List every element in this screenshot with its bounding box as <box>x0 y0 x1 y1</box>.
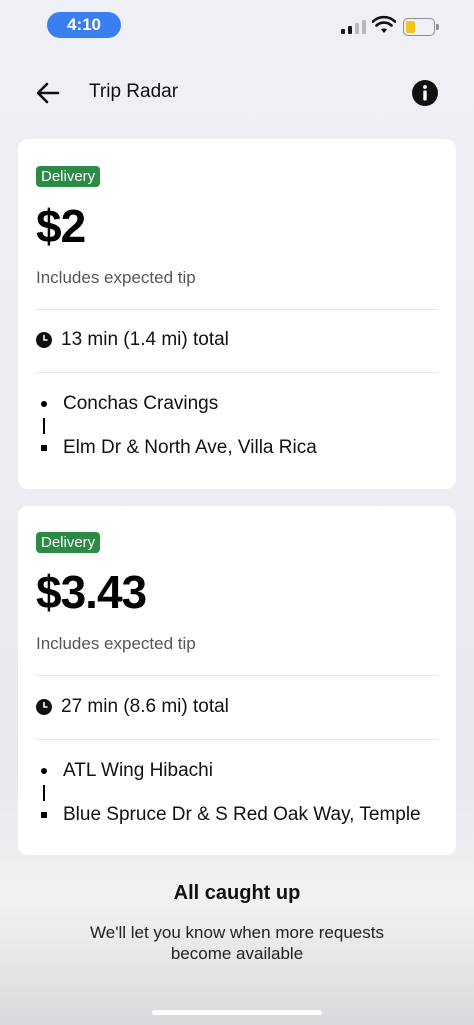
cellular-signal-icon <box>341 18 367 34</box>
status-time[interactable]: 4:10 <box>47 12 121 38</box>
trip-duration: 13 min (1.4 mi) total <box>36 329 229 351</box>
battery-icon <box>403 18 439 36</box>
trip-price: $3.43 <box>36 566 147 618</box>
trip-price: $2 <box>36 200 86 252</box>
pickup-stop: ATL Wing Hibachi <box>36 760 213 782</box>
clock-icon <box>36 332 52 348</box>
divider <box>36 675 438 676</box>
status-bar: 4:10 <box>0 0 474 50</box>
clock-icon <box>36 699 52 715</box>
dropoff-stop: Elm Dr & North Ave, Villa Rica <box>36 437 317 459</box>
pickup-name: ATL Wing Hibachi <box>63 760 213 781</box>
delivery-badge: Delivery <box>36 532 101 553</box>
trip-card[interactable]: Delivery $3.43 Includes expected tip 27 … <box>18 506 456 855</box>
page-title: Trip Radar <box>89 81 179 102</box>
dropoff-address: Elm Dr & North Ave, Villa Rica <box>63 437 317 458</box>
dropoff-square-icon <box>41 445 47 451</box>
pickup-dot-icon <box>41 401 47 407</box>
divider <box>36 309 438 310</box>
dropoff-address: Blue Spruce Dr & S Red Oak Way, Temple <box>63 804 421 825</box>
home-indicator[interactable] <box>152 1010 322 1015</box>
dropoff-stop: Blue Spruce Dr & S Red Oak Way, Temple <box>36 804 421 826</box>
pickup-dot-icon <box>41 768 47 774</box>
tip-note: Includes expected tip <box>36 634 196 653</box>
route-connector <box>43 418 45 434</box>
wifi-icon <box>372 15 396 33</box>
pickup-name: Conchas Cravings <box>63 393 219 414</box>
header: Trip Radar <box>0 70 474 116</box>
divider <box>36 739 438 740</box>
caught-up-subtitle: We'll let you know when more requests be… <box>90 923 384 963</box>
delivery-badge: Delivery <box>36 166 101 187</box>
pickup-stop: Conchas Cravings <box>36 393 218 415</box>
divider <box>36 372 438 373</box>
info-icon[interactable] <box>411 79 439 107</box>
back-arrow-icon[interactable] <box>30 78 66 108</box>
duration-text: 27 min (8.6 mi) total <box>61 696 229 717</box>
trip-card[interactable]: Delivery $2 Includes expected tip 13 min… <box>18 139 456 489</box>
tip-note: Includes expected tip <box>36 268 196 287</box>
duration-text: 13 min (1.4 mi) total <box>61 329 229 350</box>
route-connector <box>43 785 45 801</box>
trip-duration: 27 min (8.6 mi) total <box>36 696 229 718</box>
caught-up-title: All caught up <box>173 882 301 904</box>
dropoff-square-icon <box>41 812 47 818</box>
